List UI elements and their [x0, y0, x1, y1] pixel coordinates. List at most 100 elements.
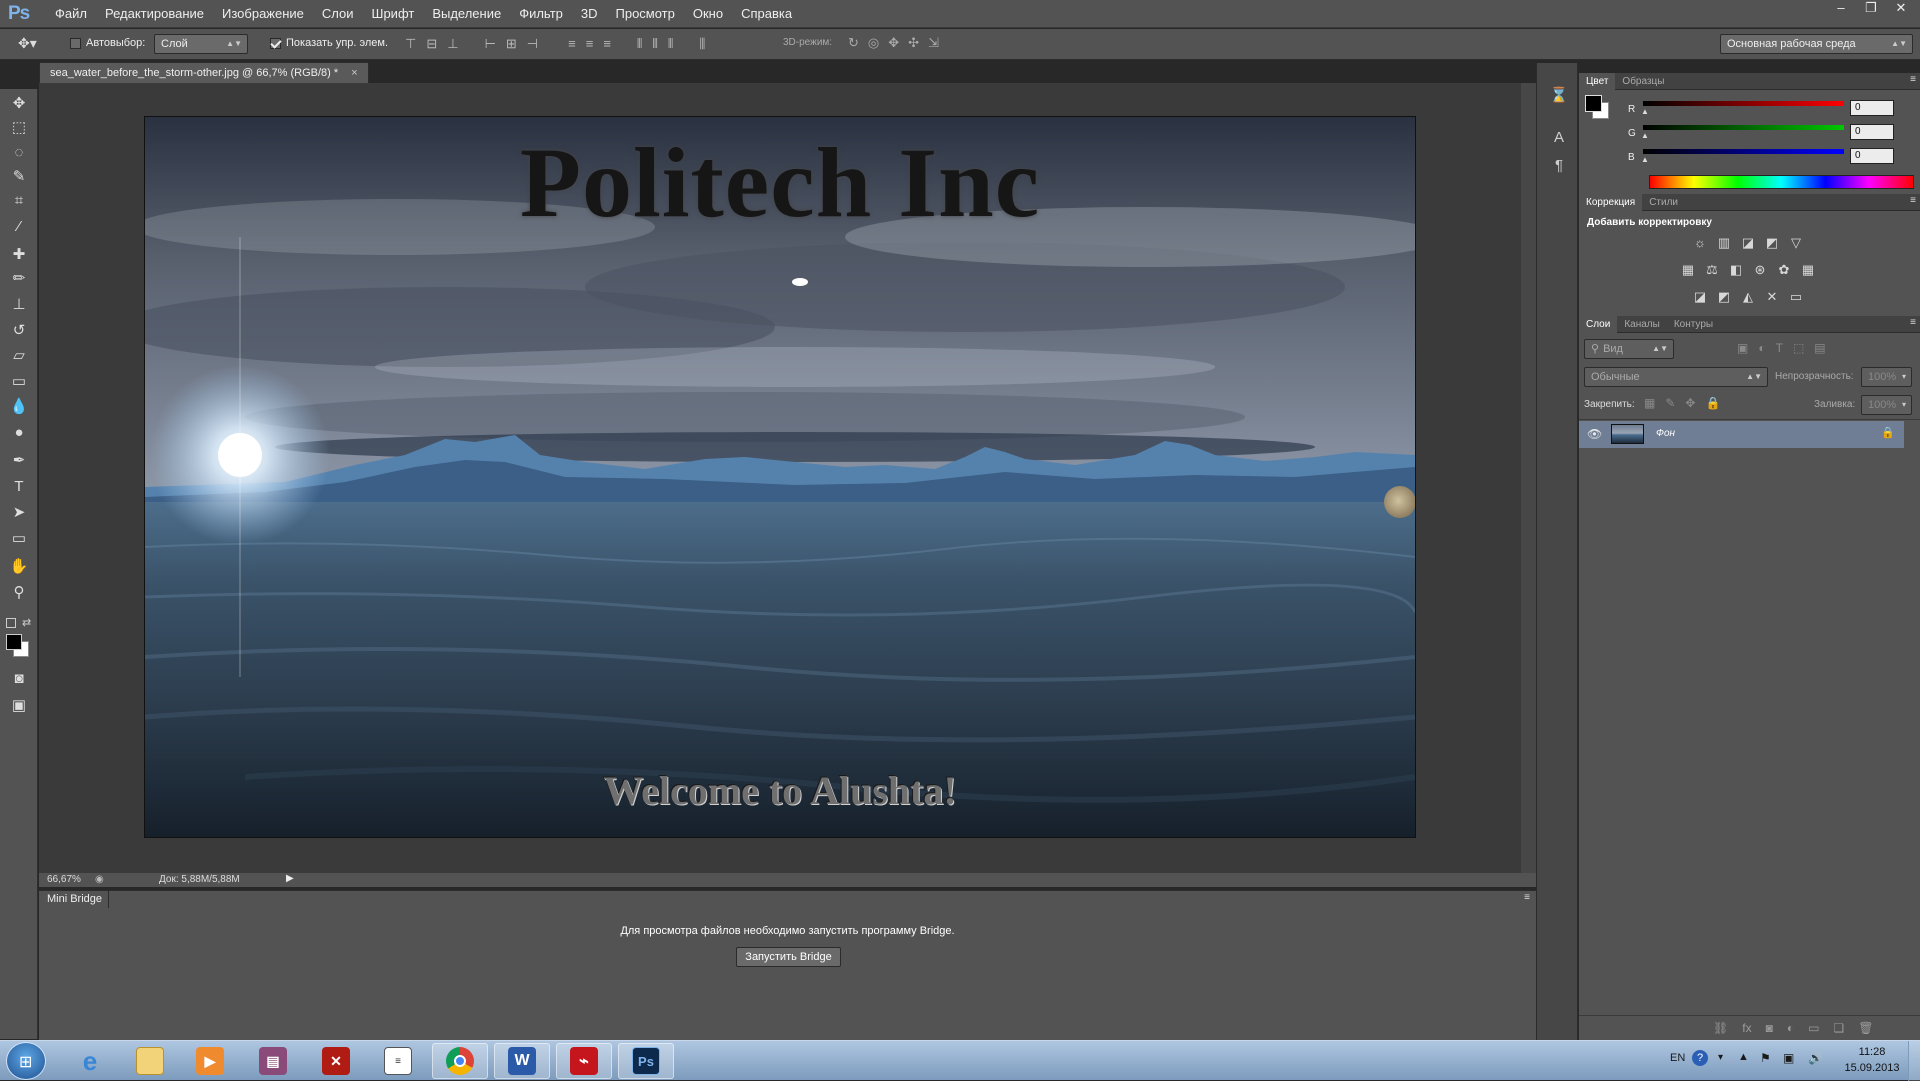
color-balance-icon[interactable]: ⚖	[1704, 262, 1720, 278]
vibrance-icon[interactable]: ▽	[1788, 235, 1804, 251]
help-icon[interactable]: ?	[1692, 1050, 1708, 1066]
show-hidden-icons-icon[interactable]: ▲	[1738, 1051, 1749, 1063]
distribute-vcenter-icon[interactable]: ≡	[586, 36, 594, 52]
menu-layers[interactable]: Слои	[313, 0, 363, 28]
default-colors-icon[interactable]	[6, 618, 16, 628]
menu-filter[interactable]: Фильтр	[510, 0, 572, 28]
filter-shape-icon[interactable]: ⬚	[1793, 341, 1804, 355]
distribute-top-icon[interactable]: ≡	[568, 36, 576, 52]
menu-file[interactable]: Файл	[46, 0, 96, 28]
menu-3d[interactable]: 3D	[572, 0, 607, 28]
align-bottom-icon[interactable]: ⊥	[447, 36, 458, 52]
workspace-dropdown[interactable]: Основная рабочая среда ▲▼	[1720, 34, 1913, 54]
status-settings-icon[interactable]: ◉	[95, 874, 104, 885]
layer-row[interactable]: 👁 Фон 🔒	[1579, 421, 1904, 448]
taskbar-app-ie[interactable]: e	[62, 1043, 118, 1079]
threshold-icon[interactable]: ◭	[1740, 289, 1756, 305]
taskbar-app-reader[interactable]: ⌁	[556, 1043, 612, 1079]
action-center-flag-icon[interactable]: ⚑	[1760, 1051, 1771, 1065]
distribute-bottom-icon[interactable]: ≡	[603, 36, 611, 52]
hand-tool-icon[interactable]: ✋	[9, 557, 29, 577]
menu-view[interactable]: Просмотр	[607, 0, 684, 28]
move-tool-icon[interactable]: ✥	[9, 94, 29, 114]
tab-channels[interactable]: Каналы	[1617, 316, 1667, 333]
distribute-right-icon[interactable]: ⫴	[668, 36, 673, 52]
tab-adjustments[interactable]: Коррекция	[1579, 194, 1643, 211]
posterize-icon[interactable]: ◩	[1716, 289, 1732, 305]
lasso-tool-icon[interactable]: ◌	[9, 143, 29, 163]
volume-icon[interactable]: 🔊	[1808, 1051, 1823, 1065]
panel-menu-icon[interactable]: ≡	[1910, 74, 1916, 85]
blue-slider[interactable]	[1643, 149, 1844, 154]
lock-transparency-icon[interactable]: ▦	[1644, 396, 1655, 410]
rectangle-tool-icon[interactable]: ▭	[9, 529, 29, 549]
new-layer-icon[interactable]: ❏	[1833, 1021, 1844, 1035]
color-spectrum-ramp[interactable]	[1649, 175, 1914, 189]
brush-tool-icon[interactable]: ✏	[9, 269, 29, 289]
taskbar-app-chrome[interactable]	[432, 1043, 488, 1079]
menu-type[interactable]: Шрифт	[363, 0, 424, 28]
swap-colors-icon[interactable]: ⇄	[22, 616, 31, 629]
filter-type-icon[interactable]: T	[1776, 341, 1783, 355]
align-vcenter-icon[interactable]: ⊟	[426, 36, 437, 52]
start-button[interactable]: ⊞	[6, 1042, 46, 1080]
distribute-hcenter-icon[interactable]: ⫴	[652, 36, 657, 52]
color-foreground-swatch[interactable]	[1585, 95, 1602, 112]
hue-saturation-icon[interactable]: ▦	[1680, 262, 1696, 278]
layer-name[interactable]: Фон	[1656, 428, 1675, 439]
brightness-contrast-icon[interactable]: ☼	[1692, 235, 1708, 251]
gradient-map-icon[interactable]: ▭	[1788, 289, 1804, 305]
foreground-color-swatch[interactable]	[6, 634, 22, 650]
quick-mask-icon[interactable]: ◙	[9, 669, 29, 689]
minimize-button[interactable]: –	[1826, 0, 1856, 18]
menu-edit[interactable]: Редактирование	[96, 0, 213, 28]
delete-layer-icon[interactable]: 🗑	[1858, 1021, 1873, 1035]
new-adjustment-icon[interactable]: ◐	[1787, 1021, 1794, 1035]
clone-stamp-tool-icon[interactable]: ⊥	[9, 295, 29, 315]
lock-position-icon[interactable]: ✥	[1685, 396, 1695, 410]
eyedropper-tool-icon[interactable]: ⁄	[9, 217, 29, 237]
filter-smartobject-icon[interactable]: ▤	[1814, 341, 1825, 355]
panel-menu-icon[interactable]: ≡	[1910, 195, 1916, 206]
document-vertical-scrollbar[interactable]	[1521, 83, 1536, 873]
rotate3d-icon[interactable]: ↻	[848, 35, 859, 51]
autoselect-toggle[interactable]: Автовыбор:	[70, 37, 145, 49]
add-mask-icon[interactable]: ◙	[1766, 1021, 1773, 1035]
auto-align-icon[interactable]: ⫼	[699, 36, 705, 52]
new-group-icon[interactable]: ▭	[1808, 1021, 1819, 1035]
visibility-eye-icon[interactable]: 👁	[1587, 427, 1602, 441]
opacity-field[interactable]: 100% ▾	[1861, 367, 1912, 387]
type-tool-icon[interactable]: T	[9, 477, 29, 497]
scale3d-icon[interactable]: ⇲	[928, 35, 939, 51]
filter-pixel-icon[interactable]: ▣	[1737, 341, 1748, 355]
keyboard-icon[interactable]: ▾	[1718, 1052, 1723, 1063]
taskbar-app-word[interactable]: W	[494, 1043, 550, 1079]
tab-paths[interactable]: Контуры	[1667, 316, 1720, 333]
show-transform-checkbox[interactable]	[270, 37, 281, 49]
lock-pixels-icon[interactable]: ✎	[1665, 396, 1675, 410]
network-icon[interactable]: ▣	[1783, 1051, 1794, 1065]
clock-date[interactable]: 15.09.2013	[1840, 1062, 1904, 1074]
layer-style-icon[interactable]: fx	[1742, 1021, 1751, 1035]
channel-mixer-icon[interactable]: ✿	[1776, 262, 1792, 278]
launch-bridge-button[interactable]: Запустить Bridge	[736, 947, 841, 967]
language-indicator[interactable]: EN	[1670, 1052, 1685, 1064]
autoselect-dropdown[interactable]: Слой ▲▼	[154, 34, 248, 54]
tab-color[interactable]: Цвет	[1579, 73, 1616, 90]
slide3d-icon[interactable]: ✣	[908, 35, 919, 51]
zoom-level[interactable]: 66,67%	[47, 874, 81, 885]
panel-menu-icon[interactable]: ≡	[1910, 317, 1916, 328]
taskbar-app-explorer[interactable]	[122, 1043, 178, 1079]
fill-field[interactable]: 100% ▾	[1861, 395, 1912, 415]
blend-mode-dropdown[interactable]: Обычные ▲▼	[1584, 367, 1768, 387]
move-tool-preset-icon[interactable]: ✥▾	[18, 35, 48, 53]
dodge-tool-icon[interactable]: ●	[9, 423, 29, 443]
green-value[interactable]: 0	[1850, 124, 1894, 140]
taskbar-app-photoshop[interactable]: Ps	[618, 1043, 674, 1079]
slider-thumb-icon[interactable]: ▲	[1641, 131, 1649, 140]
status-menu-arrow-icon[interactable]: ▶	[286, 873, 294, 884]
taskbar-app-notepad[interactable]: ≡	[370, 1043, 426, 1079]
panel-menu-icon[interactable]: ≡	[1524, 892, 1530, 903]
mini-bridge-tab[interactable]: Mini Bridge	[41, 891, 110, 908]
tab-layers[interactable]: Слои	[1579, 316, 1618, 333]
